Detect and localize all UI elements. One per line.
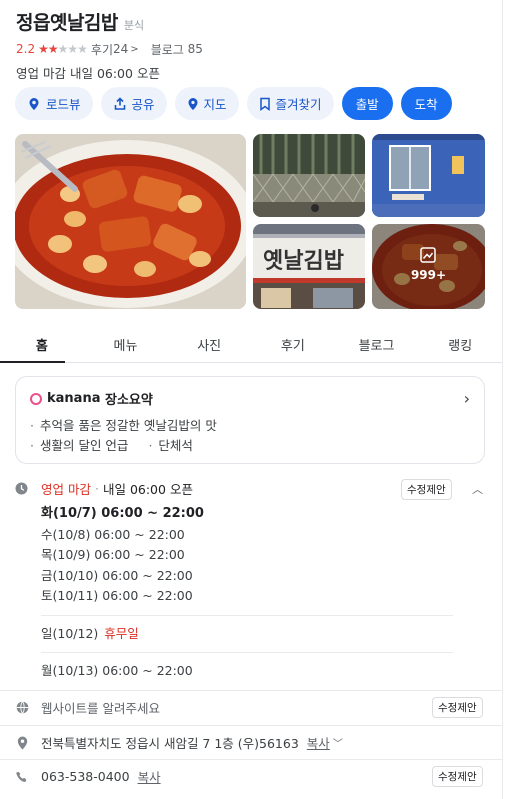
address-copy-link[interactable]: 복사: [307, 733, 330, 752]
phone-number[interactable]: 063-538-0400: [41, 769, 130, 784]
website-edit-button[interactable]: 수정제안: [432, 697, 483, 718]
share-label: 공유: [131, 97, 155, 112]
share-button[interactable]: 공유: [100, 87, 167, 120]
roadview-pin-icon: [29, 97, 39, 110]
chevron-down-icon[interactable]: ﹀: [333, 735, 343, 750]
rating-stars: ★★★★★: [38, 42, 88, 56]
hours-holiday: 일(10/12) 휴무일: [41, 625, 139, 641]
photo-main-tteokbokki[interactable]: [15, 134, 246, 309]
panel-edge: [502, 0, 503, 799]
hours-edit-button[interactable]: 수정제안: [401, 479, 452, 500]
tab-bar: 홈 메뉴 사진 후기 블로그 랭킹: [0, 323, 502, 363]
shop-sign-text: 옛날김밥: [263, 248, 344, 274]
map-button[interactable]: 지도: [174, 87, 239, 120]
address-row: 전북특별자치도 정읍시 새암길 7 1층 (우)56163 복사 ﹀: [0, 725, 502, 759]
hours-day: 목(10/9) 06:00 ~ 22:00: [41, 547, 185, 562]
blog-count[interactable]: 85: [188, 42, 203, 56]
more-photos-count: 999+: [410, 268, 447, 282]
photo-bamboo[interactable]: [253, 134, 365, 217]
bookmark-icon: [259, 97, 270, 111]
open-status: 영업 마감 내일 06:00 오픈: [16, 63, 486, 82]
summary-bullets: · 추억을 품은 정갈한 옛날김밥의 맛 · 생활의 달인 언급 · 단체석: [30, 416, 470, 456]
blog-link-label[interactable]: 블로그: [151, 41, 184, 58]
phone-copy-link[interactable]: 복사: [138, 767, 161, 786]
tab-blog[interactable]: 블로그: [335, 323, 419, 362]
roadview-button[interactable]: 로드뷰: [15, 87, 93, 120]
tab-reviews[interactable]: 후기: [251, 323, 335, 362]
place-header: 정읍옛날김밥 분식 2.2 ★★★★★ 후기 24 > 블로그 85 영업 마감…: [16, 8, 486, 82]
roadview-label: 로드뷰: [46, 97, 81, 112]
place-summary-card[interactable]: kanana 장소요약 › · 추억을 품은 정갈한 옛날김밥의 맛 · 생활의 달…: [15, 376, 485, 464]
globe-icon: [15, 701, 29, 714]
place-category: 분식: [123, 19, 145, 32]
next-open-text: 내일 06:00 오픈: [69, 66, 160, 81]
chevron-right-icon: >: [130, 43, 139, 55]
photo-blue-storefront[interactable]: [372, 134, 485, 217]
map-pin-icon: [188, 97, 198, 110]
arrive-label: 도착: [414, 97, 438, 112]
hours-day: 수(10/8) 06:00 ~ 22:00: [41, 526, 185, 542]
photo-gallery: 옛날김밥 999+: [15, 134, 485, 309]
review-link-label[interactable]: 후기: [91, 41, 113, 58]
clock-icon: [15, 482, 28, 495]
photo-more[interactable]: 999+: [372, 224, 485, 309]
hours-status: 영업 마감: [41, 481, 91, 497]
star-empty-icon: ★: [77, 42, 88, 56]
separator-dot: ·: [94, 480, 99, 496]
star-icon: ★: [47, 42, 59, 56]
rating-row: 2.2 ★★★★★ 후기 24 > 블로그 85: [16, 41, 486, 58]
hours-day: 금(10/10) 06:00 ~ 22:00: [41, 567, 193, 583]
phone-edit-button[interactable]: 수정제안: [432, 766, 483, 787]
action-bar: 로드뷰 공유 지도 즐겨찾기 출발 도착: [15, 87, 452, 120]
star-empty-icon: ★: [57, 42, 69, 56]
chevron-right-icon[interactable]: ›: [464, 389, 470, 408]
phone-icon: [15, 771, 29, 783]
address-text: 전북특별자치도 정읍시 새암길 7 1층 (우)56163: [41, 736, 299, 751]
tab-photos[interactable]: 사진: [167, 323, 251, 362]
star-empty-icon: ★: [67, 42, 78, 56]
website-placeholder[interactable]: 웹사이트를 알려주세요: [41, 698, 160, 717]
hours-list: 화(10/7) 06:00 ~ 22:00 수(10/8) 06:00 ~ 22…: [41, 504, 485, 682]
website-row: 웹사이트를 알려주세요 수정제안: [0, 690, 502, 724]
summary-brand: kanana: [47, 391, 101, 406]
depart-label: 출발: [355, 97, 379, 112]
status-text: 영업 마감: [16, 66, 66, 81]
holiday-label: 휴무일: [104, 625, 139, 641]
hours-header[interactable]: 영업 마감 · 내일 06:00 오픈 수정제안: [41, 478, 485, 500]
hours-next-open: 내일 06:00 오픈: [102, 481, 193, 497]
divider: [41, 652, 453, 653]
place-title: 정읍옛날김밥: [16, 12, 118, 34]
summary-bullet: · 추억을 품은 정갈한 옛날김밥의 맛: [30, 418, 217, 433]
star-icon: ★: [38, 42, 49, 56]
phone-row: 063-538-0400 복사 수정제안: [0, 759, 502, 793]
tab-menu[interactable]: 메뉴: [84, 323, 168, 362]
business-hours: 영업 마감 · 내일 06:00 오픈 수정제안 ︿ 화(10/7) 06:00…: [15, 478, 485, 682]
hours-day: 토(10/11) 06:00 ~ 22:00: [41, 588, 193, 603]
chevron-up-icon[interactable]: ︿: [472, 481, 483, 497]
rating-value: 2.2: [16, 42, 36, 56]
location-pin-icon: [15, 736, 29, 750]
tab-ranking[interactable]: 랭킹: [418, 323, 502, 362]
hours-day: 월(10/13) 06:00 ~ 22:00: [41, 663, 193, 678]
summary-bullet: · 생활의 달인 언급 · 단체석: [30, 438, 193, 453]
share-icon: [114, 96, 125, 110]
divider: [41, 614, 453, 616]
favorite-button[interactable]: 즐겨찾기: [246, 87, 334, 120]
tab-home[interactable]: 홈: [0, 323, 84, 363]
hours-today: 화(10/7) 06:00 ~ 22:00: [41, 506, 204, 521]
summary-title: kanana 장소요약: [30, 389, 470, 408]
summary-heading: 장소요약: [105, 393, 153, 408]
kanana-logo-icon: [30, 392, 42, 405]
depart-button[interactable]: 출발: [341, 87, 393, 120]
map-label: 지도: [203, 97, 227, 112]
favorite-label: 즐겨찾기: [275, 97, 322, 112]
photo-shop-sign[interactable]: 옛날김밥: [253, 224, 365, 309]
review-count[interactable]: 24: [113, 42, 128, 56]
arrive-button[interactable]: 도착: [400, 87, 452, 120]
